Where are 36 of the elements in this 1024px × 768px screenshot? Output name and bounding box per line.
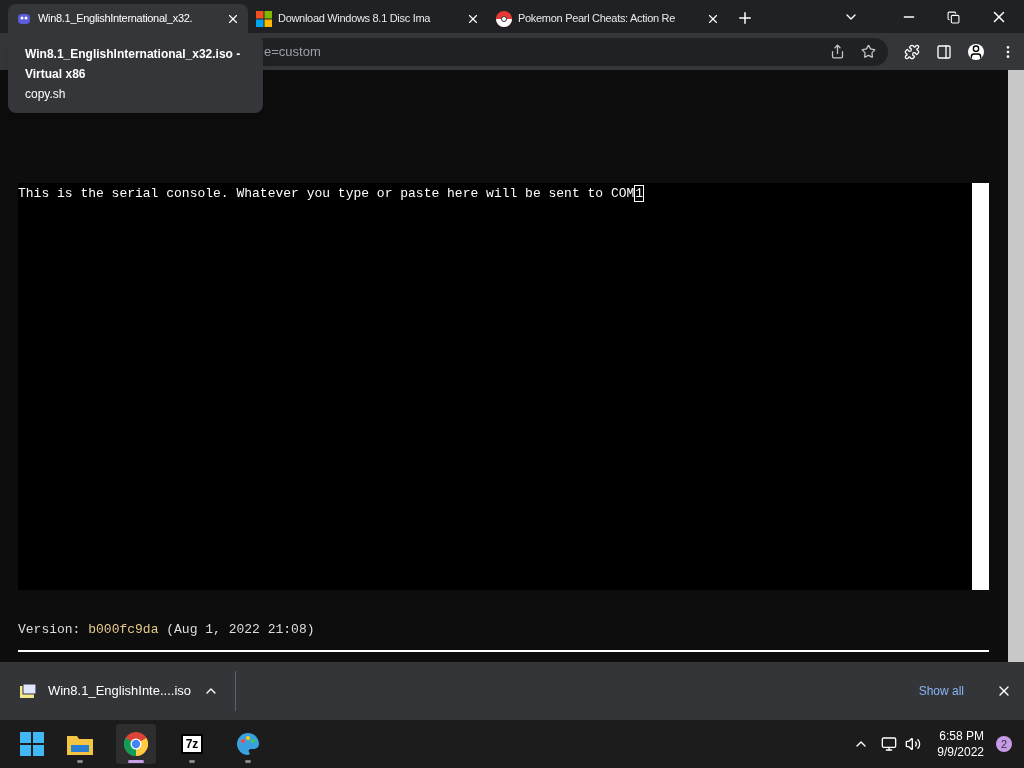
windows-logo-icon [256, 10, 272, 27]
extensions-icon[interactable] [904, 43, 920, 60]
clock-time: 6:58 PM [939, 728, 984, 744]
address-text: e=custom [264, 42, 322, 61]
browser-tab[interactable]: Win8.1_EnglishInternational_x32. [8, 4, 248, 33]
network-icon[interactable] [881, 736, 898, 752]
browser-tab[interactable]: Pokemon Pearl Cheats: Action Re [488, 4, 728, 33]
archiver-icon[interactable]: 7z [180, 734, 204, 754]
tooltip-subtitle: copy.sh [25, 86, 67, 103]
new-tab-icon[interactable] [736, 9, 754, 27]
browser-icon[interactable] [124, 732, 148, 756]
share-icon[interactable] [830, 44, 845, 59]
clock-date: 9/9/2022 [937, 744, 984, 760]
browser-tab[interactable]: Download Windows 8.1 Disc Ima [248, 4, 488, 33]
notification-count[interactable]: 2 [996, 736, 1012, 752]
text-cursor: 1 [634, 185, 645, 202]
profile-icon[interactable] [968, 43, 984, 60]
tab-title: Download Windows 8.1 Disc Ima [278, 11, 432, 27]
volume-icon[interactable] [905, 736, 922, 752]
restore-icon[interactable] [947, 10, 960, 24]
tab-title: Win8.1_EnglishInternational_x32. [38, 11, 194, 27]
serial-console[interactable]: This is the serial console. Whatever you type or paste here will be sent to COM1 [18, 183, 989, 590]
download-file-name[interactable]: Win8.1_EnglishInte....iso [47, 681, 192, 701]
bookmark-star-icon[interactable] [861, 44, 876, 59]
scrollbar[interactable] [972, 183, 989, 590]
version-text: Version: b000fc9da (Aug 1, 2022 21:08) [18, 622, 315, 637]
side-panel-icon[interactable] [936, 43, 952, 60]
page-scrollbar[interactable] [1008, 70, 1024, 662]
folder-icon[interactable] [67, 733, 93, 755]
palette-icon[interactable] [236, 732, 260, 756]
start-icon[interactable] [20, 732, 44, 756]
ball-icon [496, 10, 512, 27]
show-all-link[interactable]: Show all [918, 682, 964, 700]
disc-file-icon [20, 684, 36, 698]
console-text: This is the serial console. Whatever you type or paste here will be sent to COM [18, 186, 635, 201]
tab-title: Pokemon Pearl Cheats: Action Re [518, 11, 676, 27]
